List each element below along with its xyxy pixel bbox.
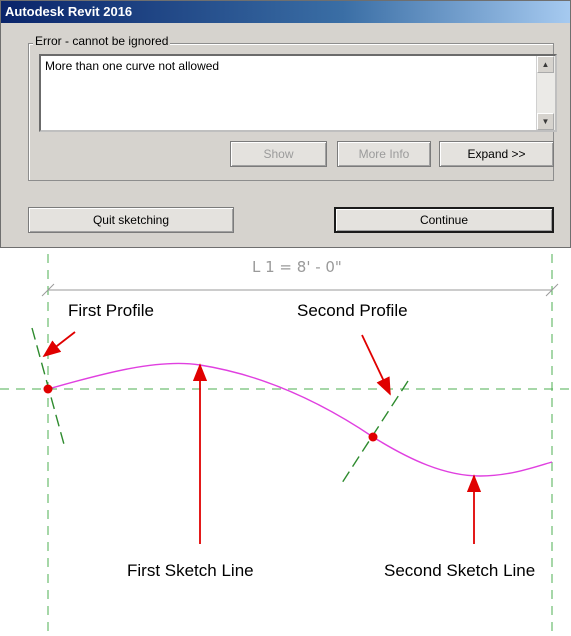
dimension-label[interactable]: L 1 = 8' - 0" [252,258,342,276]
expand-button[interactable]: Expand >> [439,141,554,167]
scroll-up-button[interactable]: ▲ [537,56,554,73]
continue-button[interactable]: Continue [334,207,554,233]
error-message-box[interactable]: More than one curve not allowed ▲ ▼ [39,54,557,132]
error-message-text: More than one curve not allowed [45,59,220,73]
error-dialog: Autodesk Revit 2016 Error - cannot be ig… [0,0,571,248]
sketch-canvas: L 1 = 8' - 0" First Profile Second Profi… [0,248,571,632]
show-button[interactable]: Show [230,141,327,167]
error-group-label: Error - cannot be ignored [33,34,171,48]
message-scrollbar[interactable]: ▲ ▼ [536,56,555,130]
scroll-down-button[interactable]: ▼ [537,113,554,130]
first-sketch-line-callout: First Sketch Line [127,561,254,580]
sketch-curve[interactable] [47,362,553,477]
dialog-title: Autodesk Revit 2016 [1,1,570,23]
second-profile-callout: Second Profile [297,301,408,320]
mid-point[interactable] [368,432,378,442]
scroll-down-icon: ▼ [541,117,550,126]
second-sketch-line-callout: Second Sketch Line [384,561,536,580]
start-point[interactable] [43,384,53,394]
first-profile-callout: First Profile [68,301,154,320]
quit-sketching-button[interactable]: Quit sketching [28,207,234,233]
first-profile-arrow [42,331,76,358]
scroll-up-icon: ▲ [541,60,550,69]
second-profile-arrow [361,334,391,396]
more-info-button[interactable]: More Info [337,141,431,167]
